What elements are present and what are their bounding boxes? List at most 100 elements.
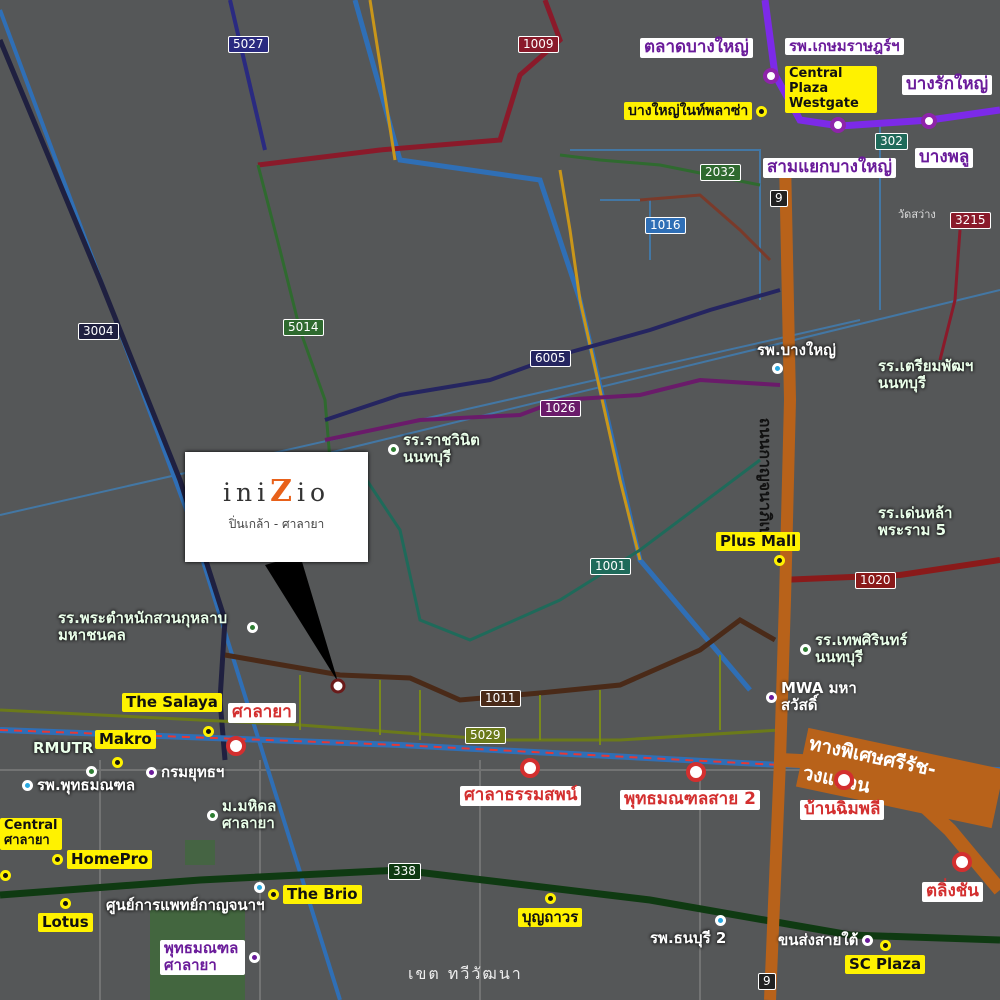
office-icon xyxy=(146,767,157,779)
poi-taling-chan[interactable]: ตลิ่งชัน xyxy=(922,881,983,902)
park-area-small xyxy=(185,840,215,865)
brand-suffix: io xyxy=(296,478,331,507)
shop-marker-makro[interactable] xyxy=(112,757,123,768)
poi-makro[interactable]: Makro xyxy=(95,730,156,750)
poi-label: บางใหญ่ในท์พลาซ่า xyxy=(624,102,753,121)
project-logo-card[interactable]: iniZio ปิ่นเกล้า - ศาลายา xyxy=(185,452,368,562)
poi-label: SC Plaza xyxy=(845,955,926,975)
poi-label: พุทธมณฑลสาย 2 xyxy=(620,789,760,810)
poi-rmutr[interactable]: RMUTR xyxy=(33,739,94,757)
poi-label: ตลิ่งชัน xyxy=(922,881,983,902)
rail-station-icon xyxy=(226,736,246,756)
poi-label: ศาลายา xyxy=(228,702,296,723)
poi-mwa[interactable]: MWA มหาสวัสดิ์ xyxy=(766,679,876,715)
poi-plus-mall[interactable]: Plus Mall xyxy=(716,532,801,567)
poi-label: The Brio xyxy=(283,885,362,905)
station-marker-bangphlu[interactable] xyxy=(921,113,937,129)
station-icon xyxy=(921,113,937,129)
route-shield-6005: 6005 xyxy=(530,350,571,367)
poi-label: RMUTR xyxy=(33,739,94,757)
shopping-icon xyxy=(59,898,71,909)
route-shield-338: 338 xyxy=(388,863,421,880)
wat-sawang-label: วัดสว่าง xyxy=(898,208,936,221)
station-marker-phutthamonthon-sai2[interactable] xyxy=(686,762,706,782)
poi-label: บ้านฉิมพลี xyxy=(800,799,885,820)
poi-label: สามแยกบางใหญ่ xyxy=(763,157,896,178)
poi-the-brio[interactable]: The Brio xyxy=(268,885,362,905)
poi-bangyai-plaza[interactable]: บางใหญ่ในท์พลาซ่า xyxy=(624,102,768,121)
poi-mahidol[interactable]: ม.มหิดล ศาลายา xyxy=(207,797,297,833)
poi-bangrak-yai[interactable]: บางรักใหญ่ xyxy=(902,74,993,95)
station-marker-bangrakyai[interactable] xyxy=(830,117,846,133)
poi-samyaek-bangyai[interactable]: สามแยกบางใหญ่ xyxy=(763,157,896,178)
poi-label: Central Plaza Westgate xyxy=(785,66,877,113)
poi-kasemrad[interactable]: รพ.เกษมราษฎร์ฯ xyxy=(785,37,904,56)
hospital-icon xyxy=(715,915,727,926)
station-icon xyxy=(830,117,846,133)
poi-label: ม.มหิดล ศาลายา xyxy=(222,797,277,833)
route-shield-1001: 1001 xyxy=(590,558,631,575)
poi-label: ศาลาธรรมสพน์ xyxy=(460,785,582,806)
shopping-icon xyxy=(203,726,214,737)
poi-phra-tamnak[interactable]: รร.พระตำหนักสวนกุหลาบ มหาชนคล xyxy=(58,609,258,645)
school-icon xyxy=(800,643,811,655)
poi-label: Makro xyxy=(95,730,156,750)
poi-label: Lotus xyxy=(38,913,93,933)
poi-homepro[interactable]: HomePro xyxy=(52,850,153,870)
road-9-kanchana xyxy=(764,159,797,1000)
poi-phutthamonthon-sai2[interactable]: พุทธมณฑลสาย 2 xyxy=(620,789,760,810)
shop-marker-central-salaya[interactable] xyxy=(0,870,11,881)
poi-thepsirin[interactable]: รร.เทพศิรินทร์ นนทบุรี xyxy=(800,631,940,667)
poi-bunthawon[interactable]: บุญถาวร xyxy=(518,893,583,928)
poi-label: บางรักใหญ่ xyxy=(902,74,993,95)
poi-label: พุทธมณฑล ศาลายา xyxy=(160,939,245,975)
poi-denla[interactable]: รร.เด่นหล้า พระราม 5 xyxy=(878,504,998,540)
poi-lotus[interactable]: Lotus xyxy=(38,898,93,933)
station-marker-ban-chimphli[interactable] xyxy=(834,770,854,790)
route-shield-1009: 1009 xyxy=(518,36,559,53)
poi-label: บุญถาวร xyxy=(518,908,583,928)
poi-label: รพ.เกษมราษฎร์ฯ xyxy=(785,37,904,56)
station-marker-taling-chan[interactable] xyxy=(952,852,972,872)
school-icon xyxy=(247,621,258,633)
route-shield-5029: 5029 xyxy=(465,727,506,744)
poi-sc-plaza[interactable]: SC Plaza xyxy=(845,940,926,975)
poi-triam-nonthaburi[interactable]: รร.เตรียมพัฒฯ นนทบุรี xyxy=(878,357,998,393)
project-location-marker[interactable] xyxy=(330,678,346,694)
hospital-icon xyxy=(253,882,265,893)
poi-phutthamonthon-salaya[interactable]: พุทธมณฑล ศาลายา xyxy=(160,939,260,975)
station-marker-sala-thammasop[interactable] xyxy=(520,758,540,778)
poi-label: รร.เทพศิรินทร์ นนทบุรี xyxy=(815,631,908,667)
location-map[interactable]: 5027 1009 2032 1016 302 9 3215 3004 5014… xyxy=(0,0,1000,1000)
route-shield-5027: 5027 xyxy=(228,36,269,53)
district-label: เขต ทวีวัฒนา xyxy=(408,964,523,983)
route-shield-9-top: 9 xyxy=(770,190,788,207)
station-marker-salaya[interactable] xyxy=(226,736,246,756)
poi-talat-bangyai[interactable]: ตลาดบางใหญ่ xyxy=(640,37,753,58)
poi-ban-chimphli[interactable]: บ้านฉิมพลี xyxy=(800,799,885,820)
station-marker-bangyai[interactable] xyxy=(763,68,779,84)
poi-central-westgate[interactable]: Central Plaza Westgate xyxy=(785,66,877,113)
poi-rachawinit[interactable]: รร.ราชวินิต นนทบุรี xyxy=(388,431,508,467)
shopping-icon xyxy=(879,940,891,951)
poi-bangyai-hospital[interactable]: รพ.บางใหญ่ xyxy=(757,341,836,375)
road-3215 xyxy=(938,229,962,361)
landmark-icon xyxy=(249,951,260,963)
project-brand-wordmark: iniZio xyxy=(185,474,368,509)
brand-z: Z xyxy=(270,474,297,509)
poi-kanchana-center[interactable]: ศูนย์การแพทย์กาญจนาฯ xyxy=(106,882,265,914)
poi-central-salaya[interactable]: Central ศาลายา xyxy=(0,818,62,850)
poi-thonburi2[interactable]: รพ.ธนบุรี 2 xyxy=(650,915,727,947)
poi-salaya-station[interactable]: ศาลายา xyxy=(228,702,296,723)
poi-kromyut[interactable]: กรมยุทธฯ xyxy=(146,763,224,781)
poi-the-salaya[interactable]: The Salaya xyxy=(122,693,222,713)
road-tan-north xyxy=(368,0,397,161)
poi-label: HomePro xyxy=(67,850,153,870)
road-1009 xyxy=(257,0,563,168)
poi-sala-thammasop[interactable]: ศาลาธรรมสพน์ xyxy=(460,785,582,806)
poi-phutthamonthon-hospital[interactable]: รพ.พุทธมณฑล xyxy=(22,776,135,794)
shop-marker-the-salaya[interactable] xyxy=(203,726,214,737)
route-shield-3215: 3215 xyxy=(950,212,991,229)
poi-bangphlu[interactable]: บางพลู xyxy=(915,147,974,168)
road-3004 xyxy=(0,39,228,761)
